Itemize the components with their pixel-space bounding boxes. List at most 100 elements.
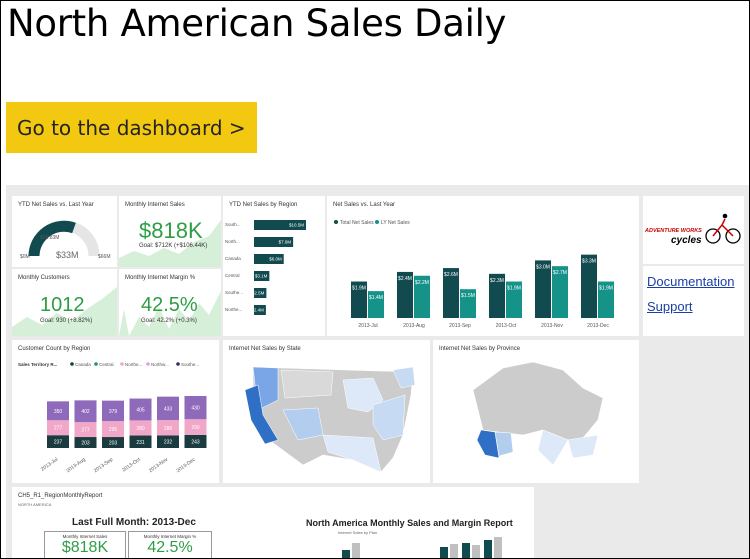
canada-map (472, 361, 604, 466)
customer-data-label: 203 (81, 441, 90, 447)
legend-label: Canada (75, 362, 91, 367)
region-tick-label: Canada (225, 256, 241, 261)
kpi-goal: Goal: $712K (+$106.44K) (139, 243, 208, 249)
tile-links: Documentation Support (643, 266, 744, 336)
customer-data-label: 277 (81, 428, 90, 434)
tile-monthly-customers[interactable]: Monthly Customers 1012 Goal: 930 (+8.82%… (12, 269, 117, 336)
region-tick-label: North... (225, 239, 240, 244)
net-sales-data-label: $2.2M (415, 280, 429, 286)
region-data-label: $3.1M (255, 274, 268, 279)
tile-ytd-vs-last-year[interactable]: YTD Net Sales vs. Last Year $26.83M $33M… (12, 196, 117, 267)
legend-label: Northe... (125, 362, 142, 367)
card-value: 42.5% (147, 539, 193, 556)
customer-tick-label: 2013-Oct (121, 456, 142, 473)
tile-logo[interactable]: ADVENTURE WORKS cycles (643, 196, 744, 264)
region-data-label: $7.9M (279, 240, 292, 245)
customer-data-label: 350 (54, 409, 63, 415)
gauge-chart: $26.83M $33M $0M $66M (20, 220, 111, 260)
gauge-max: $66M (98, 254, 111, 260)
legend-marker (146, 362, 150, 366)
region-data-label: $2.4M (251, 308, 264, 313)
customer-data-label: 405 (136, 407, 145, 413)
report-card-sales: Monthly Internet Sales $818K (44, 531, 126, 558)
logo-text-bottom: cycles (671, 235, 702, 246)
net-sales-data-label: $2.7M (553, 270, 567, 276)
report-subheading: Internet Sales by Plan (338, 530, 378, 535)
net-sales-data-label: $2.4M (398, 276, 412, 282)
kpi-goal: Goal: 930 (+8.82%) (40, 318, 93, 324)
tile-net-sales-vs-last-year[interactable]: Net Sales vs. Last Year Total Net Sales L… (327, 196, 639, 336)
last-full-month-heading: Last Full Month: 2013-Dec (72, 517, 196, 528)
net-sales-data-label: $3.3M (582, 259, 596, 265)
tile-ytd-by-region[interactable]: YTD Net Sales by Region South... $10.5M No… (223, 196, 325, 336)
customer-stacked-chart: Sales Territory R... Canada Central Northe.… (18, 362, 207, 474)
net-sales-tick-label: 2013-Jul (358, 323, 377, 329)
net-sales-data-label: $1.9M (599, 286, 613, 292)
net-sales-data-label: $1.5M (461, 293, 475, 299)
region-data-label: $2.5M (252, 291, 265, 296)
customer-tick-label: 2013-Nov (148, 456, 170, 474)
customer-data-label: 290 (191, 425, 200, 431)
legend-title: Sales Territory R... (18, 362, 57, 367)
customer-tick-label: 2013-Dec (175, 456, 197, 474)
net-sales-data-label: $2.3M (490, 278, 504, 284)
report-card-margin: Monthly Internet Margin % 42.5% (128, 531, 212, 558)
gauge-min: $0M (20, 254, 30, 260)
dashboard-canvas: YTD Net Sales vs. Last Year $26.83M $33M… (6, 185, 749, 558)
region-tick-label: Southe... (225, 290, 243, 295)
legend-label: Northw... (151, 362, 169, 367)
region-data-label: $6.0M (269, 257, 282, 262)
net-sales-data-label: $3.0M (536, 264, 550, 270)
page-title: North American Sales Daily (7, 2, 507, 45)
tile-monthly-internet-sales[interactable]: Monthly Internet Sales $818K Goal: $712K… (119, 196, 221, 267)
tile-monthly-margin[interactable]: Monthly Internet Margin % 42.5% Goal: 42… (119, 269, 221, 336)
kpi-goal: Goal: 42.2% (+0.3%) (141, 318, 197, 324)
legend-marker (176, 362, 180, 366)
kpi-value: $818K (139, 218, 203, 243)
customer-data-label: 402 (81, 409, 90, 415)
customer-data-label: 430 (191, 406, 200, 412)
report-subtitle: NORTH AMERICA (18, 502, 52, 507)
customer-data-label: 203 (109, 441, 118, 447)
net-sales-tick-label: 2013-Dec (587, 323, 609, 329)
us-map (244, 366, 416, 473)
region-tick-label: Central (225, 273, 240, 278)
customer-tick-label: 2013-Sep (93, 457, 114, 474)
net-sales-data-label: $1.9M (352, 286, 366, 292)
tile-internet-by-state[interactable]: Internet Net Sales by State (223, 340, 430, 483)
net-sales-tick-label: 2013-Oct (496, 323, 517, 329)
legend-label: Southe... (181, 362, 199, 367)
legend-label: LY Net Sales (381, 220, 410, 226)
gauge-center-value: $33M (56, 250, 79, 260)
legend-label: Total Net Sales (340, 220, 374, 226)
tile-region-monthly-report[interactable]: CH5_R1_RegionMonthlyReport NORTH AMERICA… (12, 487, 534, 558)
customer-data-label: 280 (136, 426, 145, 432)
net-sales-column-chart: Total Net Sales LY Net Sales$1.9M$1.4M201… (334, 220, 614, 329)
tile-title: CH5_R1_RegionMonthlyReport (18, 493, 103, 499)
customer-data-label: 231 (136, 440, 145, 446)
legend-marker (334, 220, 338, 224)
report-mini-chart (342, 537, 502, 558)
customer-data-label: 277 (54, 426, 63, 432)
net-sales-data-label: $1.4M (369, 295, 383, 301)
customer-tick-label: 2013-Jul (40, 457, 59, 473)
tile-customer-count[interactable]: Customer Count by Region Sales Territory… (12, 340, 219, 483)
kpi-value: 1012 (40, 294, 85, 316)
net-sales-tick-label: 2013-Sep (449, 323, 471, 329)
report-heading: North America Monthly Sales and Margin R… (306, 518, 513, 528)
customer-data-label: 379 (109, 409, 118, 415)
go-to-dashboard-button[interactable]: Go to the dashboard > (6, 102, 257, 153)
legend-marker (94, 362, 98, 366)
support-link[interactable]: Support (647, 299, 693, 314)
legend-marker (120, 362, 124, 366)
legend-label: Central (99, 362, 114, 367)
legend-marker (70, 362, 74, 366)
customer-data-label: 286 (164, 426, 173, 432)
customer-data-label: 237 (54, 440, 63, 446)
tile-internet-by-province[interactable]: Internet Net Sales by Province (433, 340, 639, 483)
customer-data-label: 232 (164, 440, 173, 446)
logo-text-top: ADVENTURE WORKS (644, 228, 702, 234)
region-bar-chart: South... $10.5M North... $7.9M Canada $6.0M Ce… (225, 220, 306, 315)
documentation-link[interactable]: Documentation (647, 274, 734, 289)
customer-data-label: 433 (164, 406, 173, 412)
